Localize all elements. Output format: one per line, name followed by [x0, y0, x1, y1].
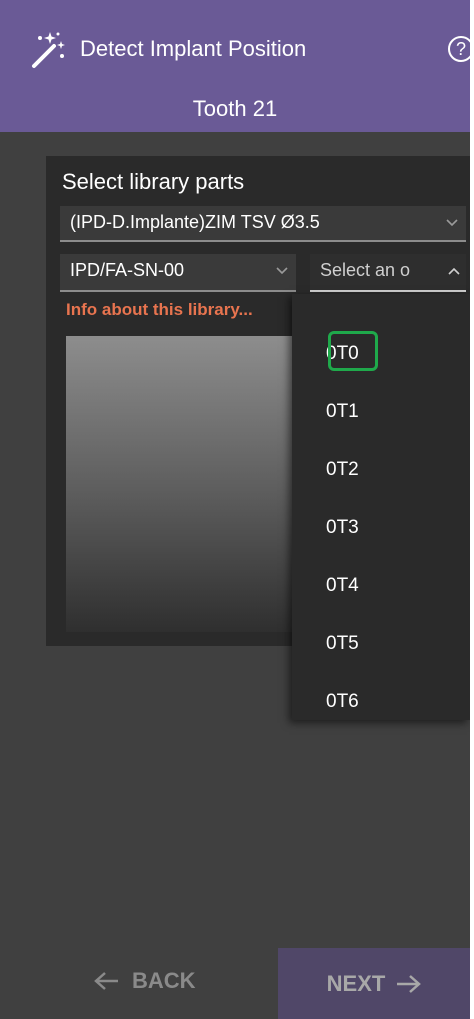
- part-preview-image: [66, 336, 306, 632]
- back-button[interactable]: BACK: [94, 968, 196, 994]
- part-select[interactable]: IPD/FA-SN-00: [60, 254, 296, 292]
- library-select-value: (IPD-D.Implante)ZIM TSV Ø3.5: [70, 212, 320, 232]
- library-select[interactable]: (IPD-D.Implante)ZIM TSV Ø3.5: [60, 206, 466, 242]
- library-info-link[interactable]: Info about this library...: [66, 300, 253, 320]
- option-dropdown-list: 0T0 0T1 0T2 0T3 0T4 0T5 0T6: [292, 294, 470, 720]
- chevron-down-icon: [446, 219, 458, 227]
- app-window: Detect Implant Position ? Tooth 21 Selec…: [0, 0, 470, 1019]
- next-label: NEXT: [326, 970, 386, 996]
- option-select[interactable]: Select an o: [310, 254, 466, 292]
- magic-wand-icon: [32, 32, 65, 68]
- dropdown-option[interactable]: 0T4: [326, 574, 359, 598]
- chevron-down-icon: [276, 267, 288, 275]
- dropdown-option[interactable]: 0T1: [326, 400, 359, 424]
- part-select-value: IPD/FA-SN-00: [70, 260, 185, 280]
- chevron-up-icon: [448, 267, 460, 275]
- dropdown-option[interactable]: 0T2: [326, 458, 359, 482]
- footer-nav: BACK NEXT: [0, 948, 470, 1019]
- dropdown-option[interactable]: 0T6: [326, 690, 359, 714]
- dropdown-option[interactable]: 0T5: [326, 632, 359, 656]
- header: Detect Implant Position ? Tooth 21: [0, 0, 470, 132]
- option-select-placeholder: Select an o: [320, 260, 411, 280]
- title-row: Detect Implant Position: [28, 28, 306, 70]
- tooth-label: Tooth 21: [192, 96, 278, 121]
- arrow-left-icon: [94, 972, 118, 990]
- dropdown-option[interactable]: 0T3: [326, 516, 359, 540]
- panel-title: Select library parts: [62, 169, 245, 194]
- page-title: Detect Implant Position: [80, 36, 307, 61]
- highlighted-option-outline: [328, 331, 378, 371]
- next-button[interactable]: NEXT: [278, 948, 470, 1019]
- back-label: BACK: [132, 968, 196, 993]
- arrow-right-icon: [397, 974, 422, 993]
- help-icon[interactable]: ?: [448, 36, 470, 62]
